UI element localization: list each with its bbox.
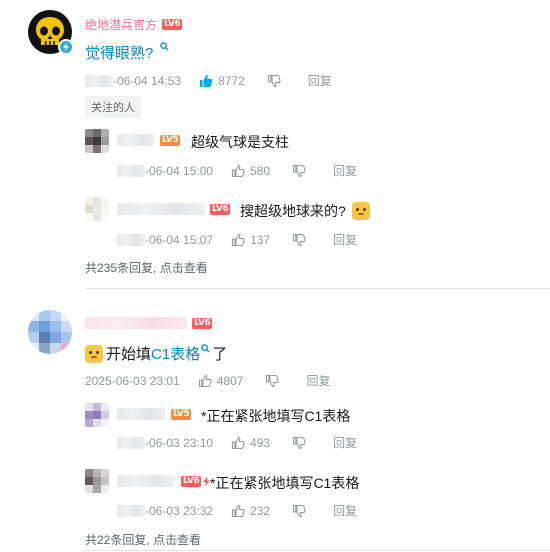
avatar[interactable]	[28, 310, 72, 354]
blurred-username	[117, 134, 155, 146]
thumb-up-icon	[232, 164, 245, 177]
search-icon[interactable]	[201, 344, 210, 353]
reply-time: -06-04 15:00	[145, 163, 214, 178]
comment-time: -06-04 14:53	[113, 73, 182, 88]
dislike-button[interactable]	[267, 74, 286, 88]
sticker-emoji-icon	[85, 344, 103, 363]
thumb-down-icon	[293, 436, 306, 449]
like-button[interactable]: 8772	[199, 74, 245, 88]
level-badge: LV5	[160, 134, 181, 146]
thumb-down-icon	[293, 164, 306, 177]
reply-button[interactable]: 回复	[333, 162, 357, 179]
reply-avatar[interactable]	[85, 129, 109, 153]
author-name[interactable]: 绝地潜兵官方	[85, 16, 157, 33]
thumb-up-icon	[232, 436, 245, 449]
blurred-year	[117, 436, 145, 449]
dislike-button[interactable]	[292, 436, 311, 450]
blurred-username	[117, 408, 165, 420]
like-button[interactable]: 4807	[198, 373, 244, 388]
reply-content: *正在紧张地填写C1表格	[201, 408, 351, 424]
divider	[85, 550, 550, 551]
comment-content[interactable]: 觉得眼熟?	[85, 45, 153, 62]
blurred-username	[117, 475, 175, 487]
thumb-down-icon	[293, 233, 306, 246]
like-count: 232	[250, 503, 271, 518]
reply-time: -06-03 23:32	[145, 503, 214, 518]
reply-content: 搜超级地球来的?	[240, 203, 346, 219]
like-count: 493	[250, 435, 271, 450]
dislike-button[interactable]	[292, 164, 311, 178]
comment-content-pre: 开始填	[106, 346, 152, 363]
blurred-year	[117, 504, 145, 517]
search-icon[interactable]	[159, 42, 169, 51]
like-count: 8772	[218, 73, 245, 88]
reply-avatar[interactable]	[85, 197, 109, 221]
thumb-up-icon	[200, 74, 213, 87]
like-button[interactable]: 580	[231, 164, 270, 178]
reply-avatar[interactable]	[85, 469, 109, 493]
level-badge: LV6	[162, 19, 183, 30]
level-badge: LV6	[192, 317, 213, 329]
divider	[85, 288, 550, 289]
sticker-emoji-icon	[351, 202, 370, 220]
reply-button[interactable]: 回复	[306, 372, 330, 389]
search-link[interactable]: C1表格	[151, 343, 200, 364]
comment-time: 2025-06-03 23:01	[85, 373, 180, 388]
view-more-replies[interactable]: 共235条回复, 点击查看	[85, 259, 208, 276]
thumb-up-icon	[232, 233, 245, 246]
dislike-button[interactable]	[265, 374, 284, 388]
blurred-year	[85, 74, 113, 87]
blurred-username	[85, 317, 187, 329]
like-count: 580	[250, 163, 271, 178]
reply-button[interactable]: 回复	[333, 434, 357, 451]
dislike-button[interactable]	[292, 504, 311, 518]
like-button[interactable]: 232	[231, 504, 270, 518]
view-more-replies[interactable]: 共22条回复, 点击查看	[85, 531, 201, 548]
reply-button[interactable]: 回复	[333, 502, 357, 519]
reply-content: 超级气球是支柱	[191, 134, 289, 150]
thumb-up-icon	[198, 374, 212, 387]
reply-time: -06-04 15:07	[145, 232, 214, 247]
thumb-up-icon	[232, 504, 245, 517]
reply-button[interactable]: 回复	[308, 72, 332, 89]
level-badge: LV6	[181, 475, 202, 487]
like-button[interactable]: 137	[231, 233, 270, 247]
blurred-year	[117, 164, 145, 177]
blurred-year	[117, 233, 145, 246]
comment-content-post: 了	[212, 346, 228, 363]
level-badge: LV6	[210, 203, 231, 215]
level-badge: LV5	[171, 408, 192, 420]
thumb-down-icon	[266, 374, 280, 387]
reply-time: -06-03 23:10	[145, 435, 214, 450]
reply-button[interactable]: 回复	[333, 231, 357, 248]
like-button[interactable]: 493	[231, 436, 270, 450]
reply-content: *正在紧张地填写C1表格	[210, 475, 360, 491]
thumb-down-icon	[293, 504, 306, 517]
dislike-button[interactable]	[292, 233, 311, 247]
reply-avatar[interactable]	[85, 403, 109, 427]
like-count: 137	[250, 232, 271, 247]
following-tag: 关注的人	[85, 96, 141, 118]
like-count: 4807	[216, 373, 244, 388]
verified-badge-icon	[58, 39, 74, 55]
thumb-down-icon	[267, 74, 281, 87]
blurred-username	[117, 203, 205, 215]
